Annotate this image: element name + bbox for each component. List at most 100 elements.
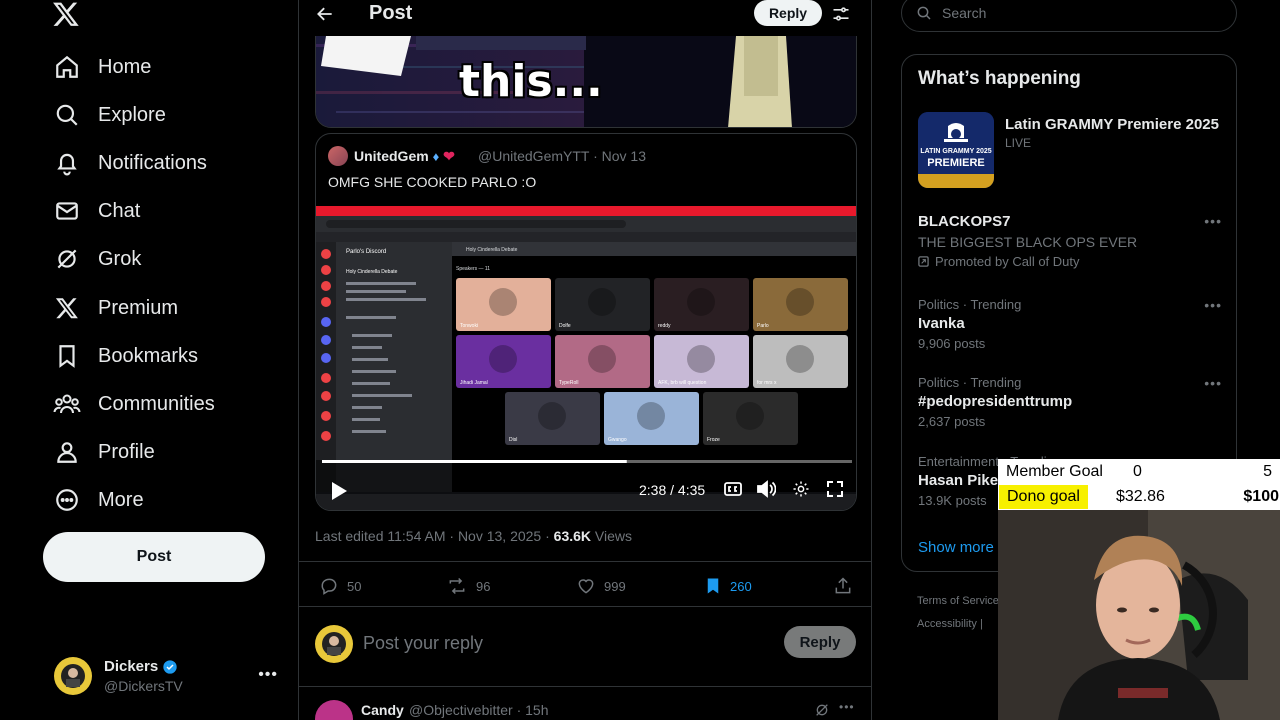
diamond-icon: ♦ [432, 149, 440, 164]
discord-tile-name: Dolfe [559, 323, 571, 329]
more-dots-icon[interactable]: ••• [1204, 297, 1222, 313]
more-dots-icon[interactable]: ••• [839, 700, 855, 714]
reply-submit-button[interactable]: Reply [784, 626, 856, 658]
show-more-link[interactable]: Show more [918, 539, 994, 556]
discord-avatar [786, 345, 814, 373]
nav-profile[interactable]: Profile [52, 432, 155, 472]
trend-title: #pedopresidenttrump [918, 393, 1073, 410]
nav-label: Grok [98, 247, 142, 270]
nav-explore[interactable]: Explore [52, 95, 166, 135]
search-bar[interactable]: Search [901, 0, 1237, 32]
trend-context: Politics · Trending [918, 375, 1022, 390]
discord-channel-sidebar: Holy Cinderella Debate [346, 269, 398, 275]
trend-item[interactable]: Politics · Trending #pedopresidenttrump … [918, 375, 1222, 429]
reply-header-button[interactable]: Reply [754, 0, 822, 26]
bell-icon [52, 148, 82, 178]
more-dots-icon[interactable]: ••• [1204, 213, 1222, 229]
post-button[interactable]: Post [43, 532, 265, 582]
event-image-premiere: PREMIERE [927, 157, 985, 169]
nav-label: Premium [98, 296, 179, 319]
share-action[interactable] [833, 576, 861, 596]
captions-icon[interactable] [724, 481, 742, 497]
settings-gear-icon[interactable] [792, 480, 810, 498]
like-action[interactable]: 999 [576, 576, 626, 596]
member-goal-row: Member Goal 0 5 [998, 460, 1280, 484]
more-dots-icon[interactable]: ••• [1204, 375, 1222, 391]
nav-chat[interactable]: Chat [52, 191, 140, 231]
discord-speakers: Speakers — 11 [456, 266, 490, 272]
discord-avatar [588, 345, 616, 373]
terms-link[interactable]: Terms of Service [917, 590, 999, 613]
discord-avatar [637, 402, 665, 430]
views-count: 63.6K [553, 528, 592, 544]
discord-tile-name: AFK, brb will question [658, 380, 707, 386]
nav-bookmarks[interactable]: Bookmarks [52, 336, 198, 376]
grok-icon[interactable] [814, 702, 830, 718]
adjust-icon[interactable] [831, 4, 851, 24]
event-thumbnail[interactable]: LATIN GRAMMY 2025 PREMIERE [918, 112, 994, 188]
trend-item[interactable]: Politics · Trending Ivanka 9,906 posts •… [918, 297, 1222, 351]
discord-tile-name: TypeRoll [559, 380, 578, 386]
left-nav: Home Explore Notifications Chat Grok Pre… [0, 0, 298, 720]
search-input[interactable]: Search [942, 5, 986, 21]
people-icon [52, 389, 82, 419]
nav-premium[interactable]: Premium [52, 288, 178, 328]
promoted-trend[interactable]: BLACKOPS7 THE BIGGEST BLACK OPS EVER Pro… [918, 213, 1222, 269]
accessibility-link[interactable]: Accessibility | [917, 613, 999, 636]
dono-goal-current: $32.86 [1116, 488, 1165, 505]
discord-avatar [538, 402, 566, 430]
share-icon [833, 576, 861, 596]
nav-label: Profile [98, 440, 155, 463]
more-dots-icon[interactable]: ••• [258, 666, 278, 684]
video-time: 2:38 / 4:35 [639, 482, 706, 498]
discord-tile-name: Gwango [608, 437, 627, 443]
heart-icon [576, 576, 604, 596]
post-header: Post Reply [299, 0, 871, 34]
home-icon [52, 52, 82, 82]
quoted-handle-date: @UnitedGemYTT · Nov 13 [478, 148, 647, 164]
heart-emoji-icon: ❤ [443, 148, 455, 164]
nav-communities[interactable]: Communities [52, 384, 215, 424]
account-name: Dickers [104, 658, 159, 675]
account-switcher[interactable]: Dickers @DickersTV ••• [54, 656, 284, 698]
nav-label: Communities [98, 392, 215, 415]
nav-label: Home [98, 55, 152, 78]
play-icon[interactable] [330, 481, 348, 501]
volume-icon[interactable] [756, 480, 776, 498]
event-title[interactable]: Latin GRAMMY Premiere 2025 [1005, 116, 1219, 133]
edited-timestamp: Last edited 11:54 AM · Nov 13, 2025 · [315, 528, 554, 544]
nav-notifications[interactable]: Notifications [52, 143, 207, 183]
quoted-avatar [328, 146, 348, 166]
nav-label: Bookmarks [98, 344, 199, 367]
post-media[interactable]: this... [315, 36, 857, 128]
x-logo-icon[interactable] [52, 0, 82, 30]
nav-label: Chat [98, 199, 141, 222]
reply-input[interactable]: Post your reply [363, 633, 483, 654]
mail-icon [52, 196, 82, 226]
nav-home[interactable]: Home [52, 47, 151, 87]
webcam-feed [998, 510, 1280, 720]
quoted-author-name: UnitedGem [354, 148, 429, 164]
next-reply-post[interactable]: Candy @Objectivebitter · 15h ••• [299, 688, 871, 720]
reply-action[interactable]: 50 [319, 576, 361, 596]
quoted-post[interactable]: UnitedGem ♦ ❤ @UnitedGemYTT · Nov 13 OMF… [315, 133, 857, 511]
trend-count: 2,637 posts [918, 414, 986, 429]
dono-goal-target: $100 [1243, 488, 1279, 505]
nav-more[interactable]: More [52, 480, 144, 520]
repost-action[interactable]: 96 [446, 576, 490, 596]
quoted-text: OMFG SHE COOKED PARLO :O [328, 174, 537, 190]
page-title: Post [369, 2, 413, 24]
main-column: Post Reply this... UnitedGem ♦ ❤ @United… [298, 0, 872, 720]
nav-label: Explore [98, 103, 166, 126]
nav-grok[interactable]: Grok [52, 239, 141, 279]
views-label: Views [591, 528, 633, 544]
discord-avatar [588, 288, 616, 316]
x-icon [52, 293, 82, 323]
nav-label: More [98, 488, 144, 511]
bookmark-icon [52, 341, 82, 371]
fullscreen-icon[interactable] [826, 480, 844, 498]
back-arrow-icon[interactable] [315, 4, 337, 26]
video-player[interactable]: Parlo's Discord Holy Cinderella Debate H… [316, 206, 856, 510]
discord-tile-name: for mrs x [757, 380, 777, 386]
bookmark-action[interactable]: 260 [704, 576, 752, 596]
